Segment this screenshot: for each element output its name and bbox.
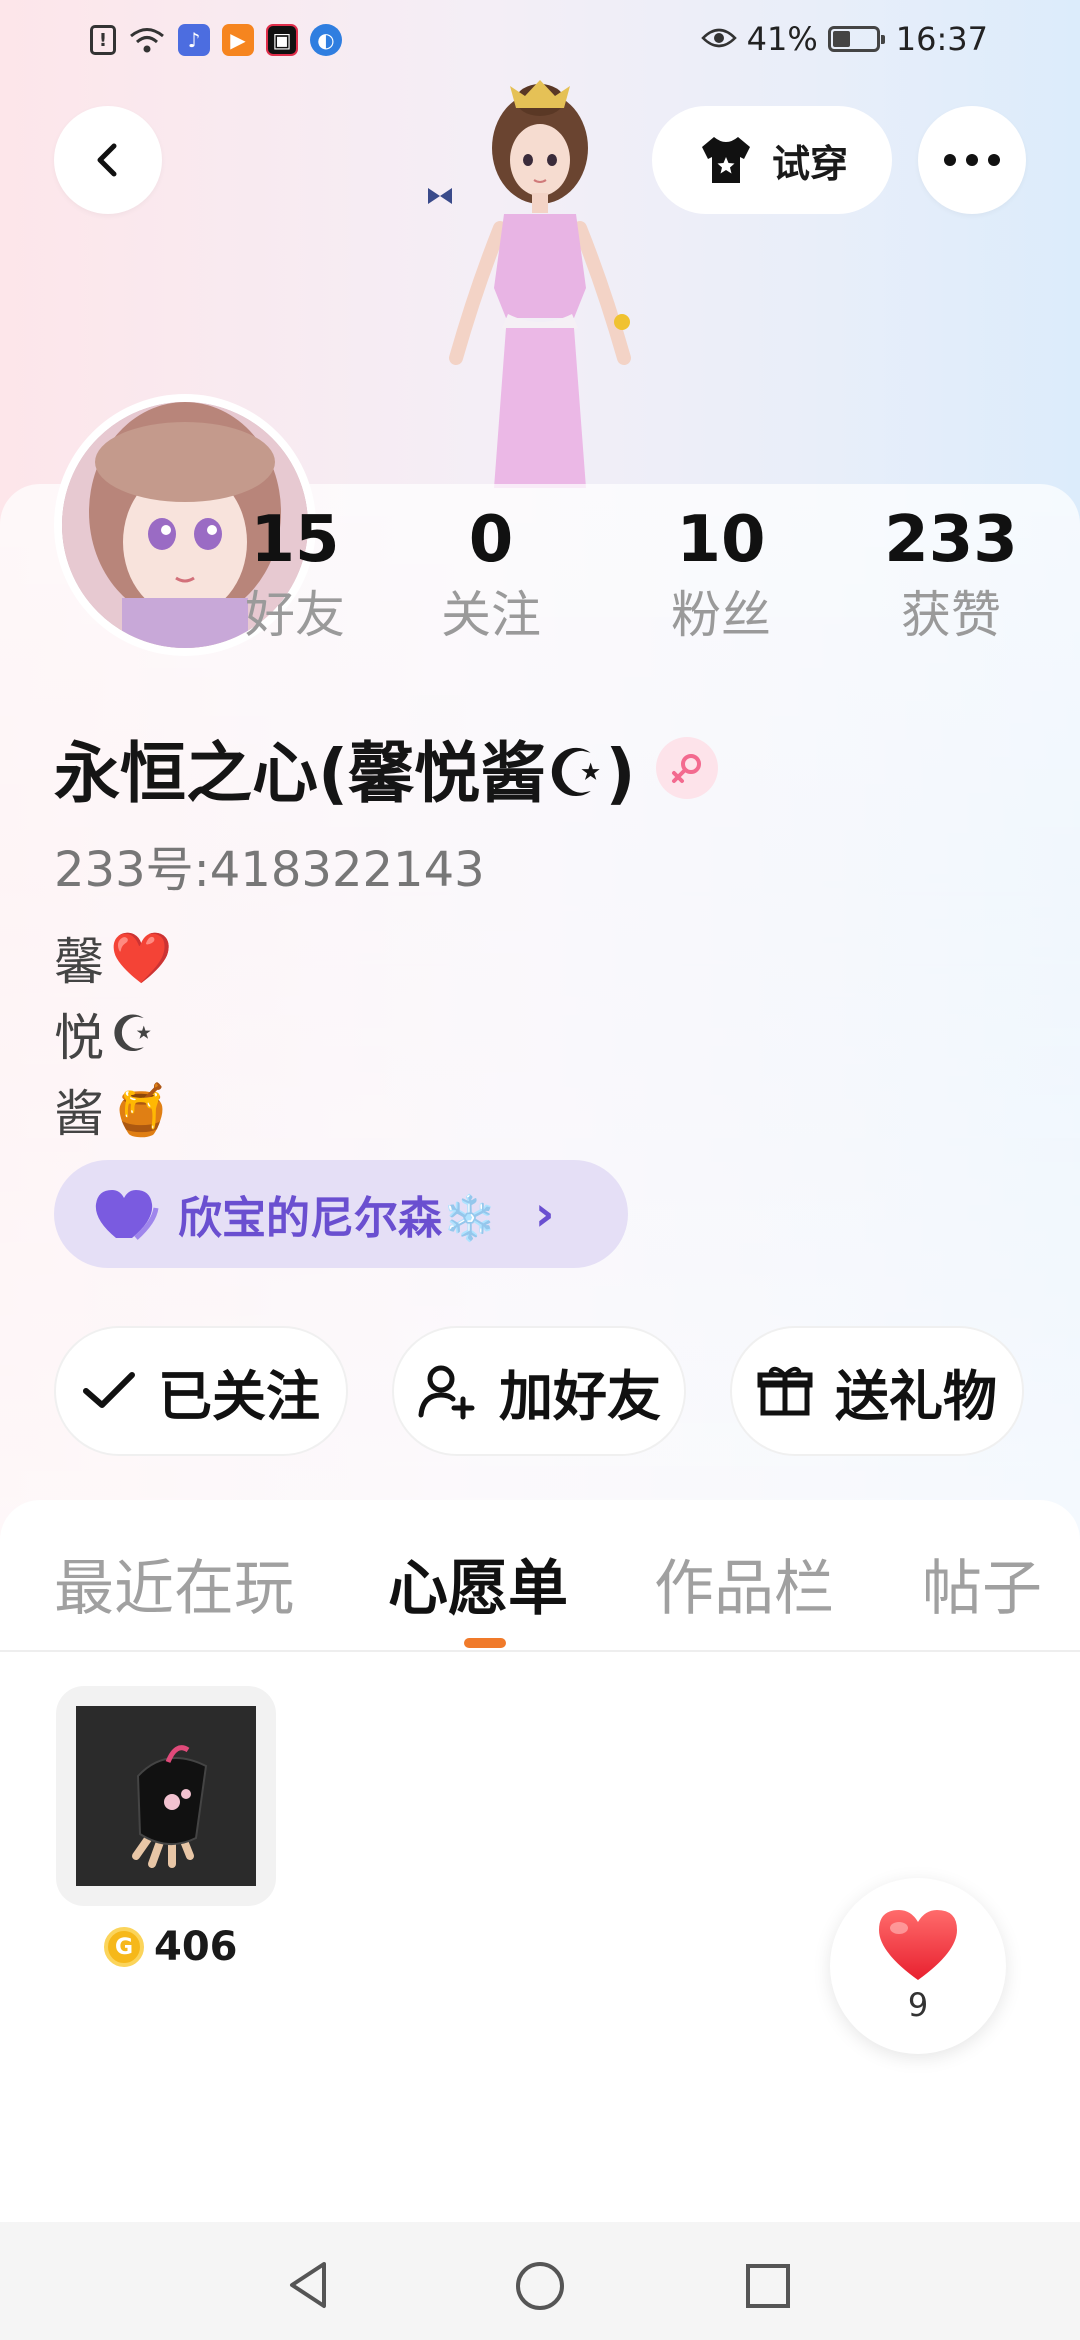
avatar-character[interactable] bbox=[380, 78, 700, 488]
send-gift-label: 送礼物 bbox=[835, 1364, 997, 1428]
more-button[interactable] bbox=[918, 106, 1026, 214]
status-right: 41% 16:37 bbox=[700, 20, 988, 58]
eye-comfort-icon bbox=[700, 20, 737, 58]
stat-fans[interactable]: 10 粉丝 bbox=[606, 500, 836, 650]
like-button[interactable]: 9 bbox=[830, 1878, 1006, 2054]
tab-active-indicator bbox=[464, 1638, 506, 1648]
system-nav-bar bbox=[0, 2222, 1080, 2340]
bio-emoji: 🍯 bbox=[110, 1080, 173, 1139]
try-on-button[interactable]: 试穿 bbox=[652, 106, 892, 214]
user-id: 233号:418322143 bbox=[54, 842, 485, 898]
bio-line: 悦 ☪ bbox=[54, 998, 155, 1070]
battery-percent: 41% bbox=[746, 20, 818, 58]
bio-text: 馨 bbox=[54, 933, 104, 991]
alert-icon: ! bbox=[90, 25, 116, 55]
battery-icon bbox=[827, 26, 885, 52]
camera-app-icon: ▣ bbox=[266, 24, 298, 56]
bio-emoji: ☪ bbox=[110, 1005, 155, 1063]
stat-label: 关注 bbox=[441, 586, 541, 644]
wishlist-price: G 406 bbox=[104, 1924, 238, 1970]
stats-row: 15 好友 0 关注 10 粉丝 233 获赞 bbox=[180, 500, 1080, 660]
like-count: 9 bbox=[907, 1986, 929, 2024]
add-friend-button[interactable]: 加好友 bbox=[392, 1326, 686, 1456]
gift-icon bbox=[757, 1366, 813, 1416]
stat-likes[interactable]: 233 获赞 bbox=[836, 500, 1066, 650]
music-app-icon: ♪ bbox=[178, 24, 210, 56]
nav-back-icon[interactable] bbox=[284, 2260, 334, 2310]
nav-recents-icon[interactable] bbox=[744, 2262, 792, 2310]
add-friend-label: 加好友 bbox=[499, 1364, 661, 1428]
send-gift-button[interactable]: 送礼物 bbox=[730, 1326, 1024, 1456]
nav-home-icon[interactable] bbox=[514, 2260, 566, 2312]
stat-value: 10 bbox=[676, 503, 766, 577]
price-value: 406 bbox=[154, 1924, 238, 1970]
tab-wishlist[interactable]: 心愿单 bbox=[388, 1540, 568, 1627]
coin-icon: G bbox=[104, 1927, 144, 1967]
bio-line: 酱 🍯 bbox=[54, 1074, 172, 1146]
username-row: 永恒之心(馨悦酱☪) bbox=[54, 720, 718, 816]
battery-fill bbox=[832, 31, 850, 47]
followed-label: 已关注 bbox=[158, 1364, 320, 1428]
bio-emoji: ❤️ bbox=[110, 928, 173, 987]
tab-divider bbox=[0, 1650, 1080, 1652]
club-badge[interactable]: 欣宝的尼尔森❄️ › bbox=[54, 1160, 628, 1268]
glove-item-icon bbox=[76, 1706, 256, 1886]
browser-app-icon: ◐ bbox=[310, 24, 342, 56]
status-notification-icons: ! ♪ ▶ ▣ ◐ bbox=[90, 24, 342, 56]
try-on-label: 试穿 bbox=[771, 141, 848, 186]
heart-icon bbox=[879, 1910, 957, 1980]
more-dots-icon bbox=[944, 154, 1000, 166]
club-label: 欣宝的尼尔森❄️ bbox=[178, 1193, 497, 1244]
video-app-icon: ▶ bbox=[222, 24, 254, 56]
bio-text: 悦 bbox=[54, 1009, 104, 1067]
tab-posts[interactable]: 帖子 bbox=[922, 1540, 1042, 1627]
wifi-icon bbox=[128, 24, 166, 56]
add-user-icon bbox=[418, 1365, 475, 1420]
shirt-icon bbox=[701, 137, 750, 183]
stat-label: 获赞 bbox=[901, 586, 1001, 644]
purple-heart-icon bbox=[95, 1190, 159, 1240]
tab-recently-played[interactable]: 最近在玩 bbox=[54, 1540, 294, 1627]
wishlist-item[interactable] bbox=[56, 1686, 276, 1906]
status-bar: ! ♪ ▶ ▣ ◐ 41% 16:37 bbox=[0, 0, 1080, 84]
clock: 16:37 bbox=[895, 20, 988, 58]
back-button[interactable] bbox=[54, 106, 162, 214]
chevron-right-icon: › bbox=[534, 1186, 555, 1242]
female-icon bbox=[655, 737, 718, 799]
followed-button[interactable]: 已关注 bbox=[54, 1326, 348, 1456]
username: 永恒之心(馨悦酱☪) bbox=[54, 735, 636, 812]
stat-value: 0 bbox=[468, 503, 514, 577]
check-icon bbox=[83, 1372, 135, 1408]
tab-works[interactable]: 作品栏 bbox=[654, 1540, 834, 1627]
bio-line: 馨 ❤️ bbox=[54, 922, 172, 994]
stat-label: 粉丝 bbox=[671, 586, 771, 644]
bio-text: 酱 bbox=[54, 1085, 104, 1143]
stat-value: 233 bbox=[884, 503, 1018, 577]
back-arrow-icon bbox=[97, 143, 117, 177]
stat-following[interactable]: 0 关注 bbox=[376, 500, 606, 650]
